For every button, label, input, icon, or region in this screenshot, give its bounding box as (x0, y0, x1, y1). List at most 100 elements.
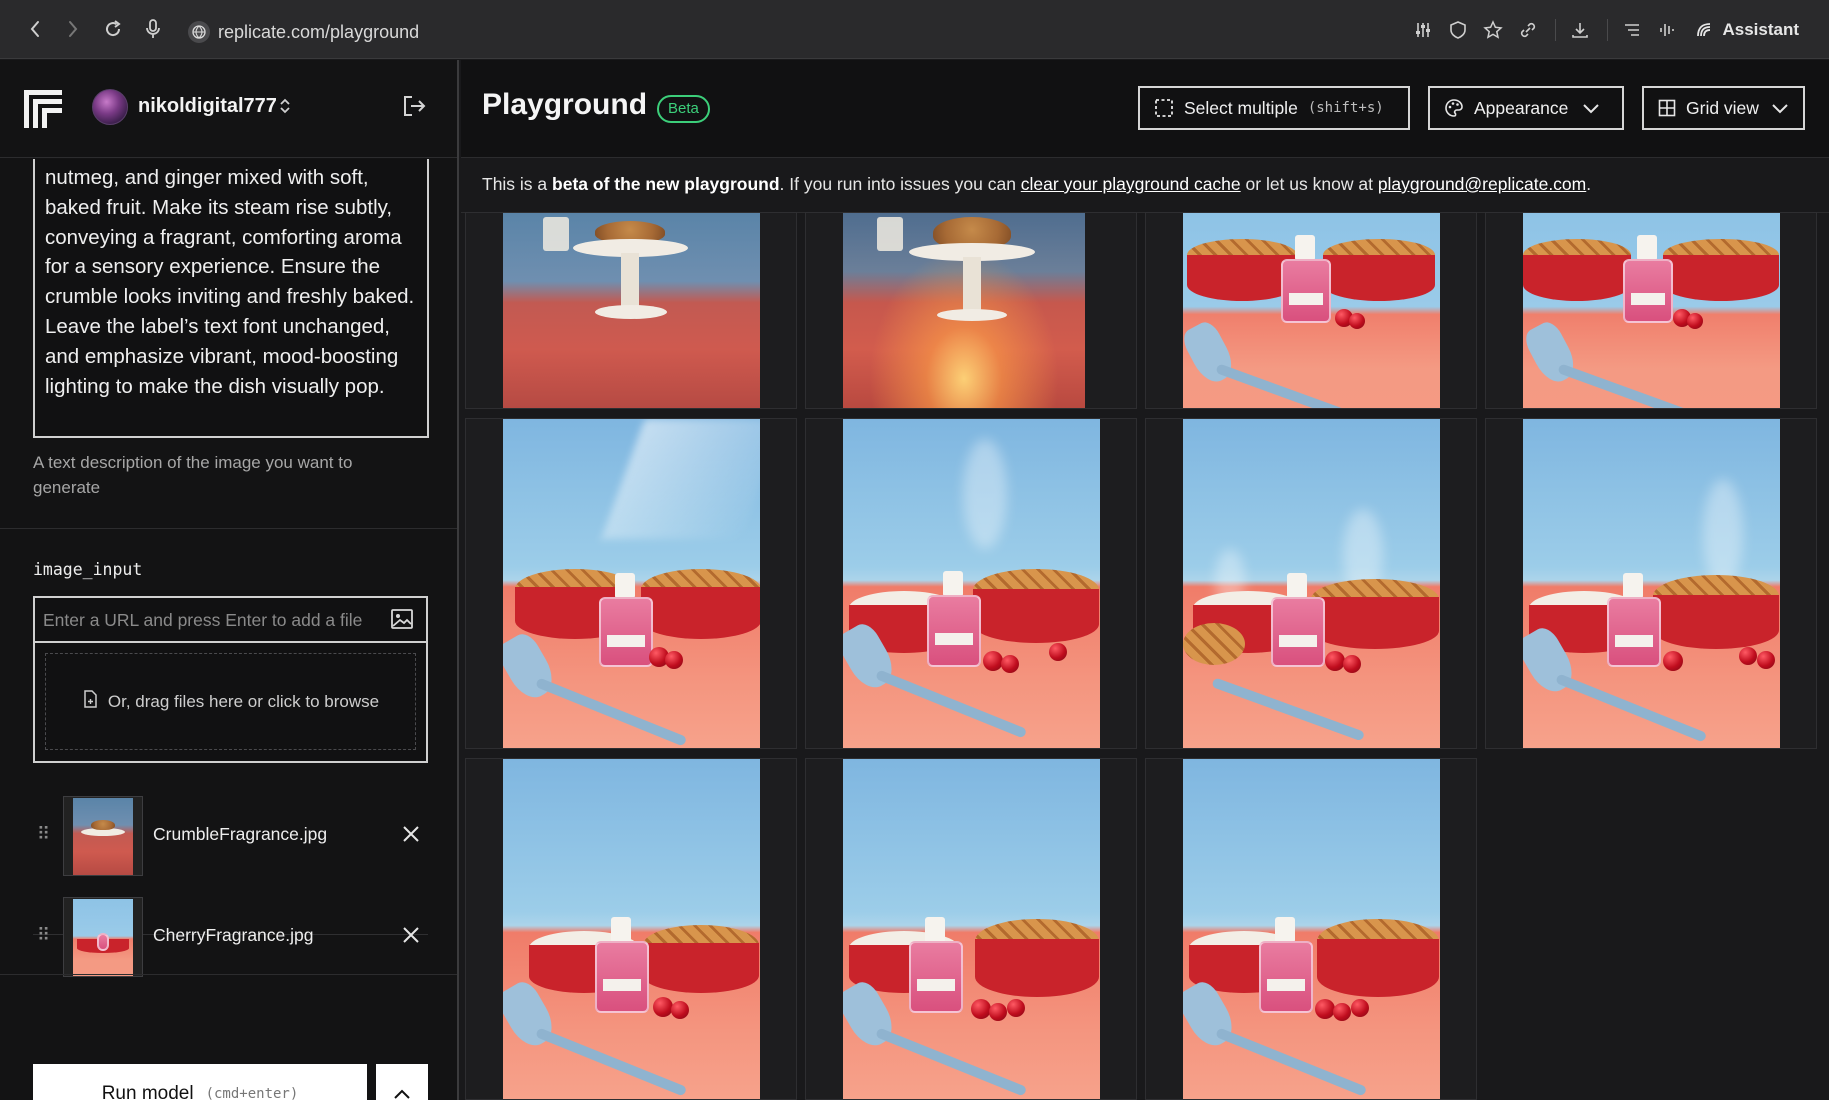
select-multiple-shortcut: (shift+s) (1307, 100, 1384, 116)
toolbar-divider (1555, 19, 1557, 41)
email-link[interactable]: playground@replicate.com (1378, 174, 1586, 194)
output-card[interactable] (1145, 212, 1477, 409)
image-url-field[interactable] (33, 596, 428, 643)
microphone-icon[interactable] (142, 18, 164, 40)
output-card[interactable] (1145, 418, 1477, 749)
add-image-icon[interactable] (390, 607, 416, 633)
select-multiple-button[interactable]: Select multiple (shift+s) (1138, 86, 1410, 130)
file-name: CrumbleFragrance.jpg (153, 824, 328, 844)
output-card[interactable] (805, 212, 1137, 409)
image-url-input[interactable] (43, 606, 383, 634)
avatar[interactable] (92, 89, 128, 125)
username[interactable]: nikoldigital777 (138, 95, 277, 118)
run-model-label: Run model (101, 1083, 194, 1100)
reader-list-icon[interactable] (1621, 19, 1643, 41)
drag-handle-icon[interactable]: ⠿ (37, 925, 51, 946)
file-item: ⠿ CrumbleFragrance.jpg (33, 786, 428, 886)
file-icon (82, 690, 98, 713)
audio-wave-icon[interactable] (1656, 19, 1678, 41)
beta-notice: This is a beta of the new playground. If… (482, 174, 1591, 195)
logout-icon[interactable] (401, 93, 429, 121)
chevron-up-icon (394, 1089, 410, 1099)
output-image-cherry-pie[interactable] (503, 759, 760, 1099)
star-icon[interactable] (1482, 19, 1504, 41)
output-card[interactable] (465, 418, 797, 749)
drag-handle-icon[interactable]: ⠿ (37, 824, 51, 845)
globe-icon (188, 21, 210, 43)
output-image-cherry-pie[interactable] (503, 419, 760, 748)
image-input-label: image_input (33, 560, 143, 579)
output-image-crumble-glow[interactable] (843, 213, 1085, 408)
appearance-dropdown[interactable]: Appearance (1428, 86, 1624, 130)
sidebar-header: nikoldigital777 (0, 60, 457, 158)
back-icon[interactable] (24, 18, 46, 40)
sliders-icon[interactable] (1412, 19, 1434, 41)
notice-suffix: . (1586, 174, 1592, 194)
browser-toolbar: replicate.com/playground Assistant (0, 0, 1829, 59)
output-image-cherry-pie-slice[interactable] (1183, 759, 1440, 1099)
download-icon[interactable] (1569, 19, 1591, 41)
output-image-crumble[interactable] (503, 213, 760, 408)
output-grid (465, 212, 1829, 1100)
main-header: Playground Beta Select multiple (shift+s… (461, 60, 1829, 158)
output-image-cherry-pie[interactable] (1183, 213, 1440, 408)
view-mode-label: Grid view (1686, 97, 1759, 118)
output-card[interactable] (805, 758, 1137, 1100)
crumble-thumbnail-image (73, 798, 133, 875)
selection-icon (1155, 99, 1173, 117)
toolbar-divider (1607, 19, 1609, 41)
remove-file-icon[interactable] (401, 824, 423, 846)
file-dropzone[interactable]: Or, drag files here or click to browse (33, 643, 428, 763)
output-card[interactable] (1145, 758, 1477, 1100)
assistant-label: Assistant (1722, 20, 1799, 39)
notice-prefix: This is a (482, 174, 553, 194)
run-model-button[interactable]: Run model (cmd+enter) (33, 1064, 367, 1100)
view-mode-dropdown[interactable]: Grid view (1642, 86, 1805, 130)
output-image-cherry-pie-steam[interactable] (1523, 419, 1780, 748)
browser-actions: Assistant (1399, 16, 1829, 44)
notice-middle: . If you run into issues you can (779, 174, 1021, 194)
shield-icon[interactable] (1447, 19, 1469, 41)
output-card[interactable] (805, 418, 1137, 749)
link-icon[interactable] (1517, 19, 1539, 41)
page-title: Playground (482, 88, 648, 121)
output-card[interactable] (1485, 418, 1817, 749)
select-multiple-label: Select multiple (1184, 97, 1298, 118)
reload-icon[interactable] (102, 18, 124, 40)
appearance-label: Appearance (1474, 97, 1569, 118)
file-thumbnail (63, 897, 143, 977)
chevron-down-icon (1772, 104, 1788, 114)
output-image-cherry-pie-slice[interactable] (843, 759, 1100, 1099)
assistant-button[interactable]: Assistant (1694, 20, 1799, 40)
file-thumbnail (63, 796, 143, 876)
remove-file-icon[interactable] (401, 925, 423, 947)
notice-bold: beta of the new playground (552, 174, 780, 194)
output-card[interactable] (465, 758, 797, 1100)
output-image-cherry-pie-slice[interactable] (1183, 419, 1440, 748)
clear-cache-link[interactable]: clear your playground cache (1021, 174, 1241, 194)
section-divider (0, 528, 457, 529)
prompt-textarea[interactable]: nutmeg, and ginger mixed with soft, bake… (33, 159, 429, 438)
notice-middle2: or let us know at (1240, 174, 1378, 194)
output-image-cherry-pie[interactable] (1523, 213, 1780, 408)
address-bar[interactable]: replicate.com/playground (188, 19, 419, 45)
chevron-updown-icon[interactable] (279, 96, 291, 121)
file-item: ⠿ CherryFragrance.jpg (33, 887, 428, 987)
run-shortcut: (cmd+enter) (205, 1086, 299, 1100)
palette-icon (1445, 99, 1463, 117)
dropzone-inner[interactable]: Or, drag files here or click to browse (45, 653, 416, 750)
run-options-button[interactable] (376, 1064, 428, 1100)
section-divider (0, 974, 457, 975)
output-image-cherry-pie-steam[interactable] (843, 419, 1100, 748)
grid-icon (1658, 99, 1676, 117)
beta-badge: Beta (657, 95, 710, 123)
dropzone-label: Or, drag files here or click to browse (107, 691, 380, 711)
file-name: CherryFragrance.jpg (153, 925, 314, 945)
replicate-logo[interactable] (22, 88, 64, 130)
main-panel: Playground Beta Select multiple (shift+s… (461, 60, 1829, 1100)
forward-icon[interactable] (62, 18, 84, 40)
output-card[interactable] (465, 212, 797, 409)
assistant-icon (1697, 23, 1711, 37)
chevron-down-icon (1583, 104, 1600, 114)
output-card[interactable] (1485, 212, 1817, 409)
